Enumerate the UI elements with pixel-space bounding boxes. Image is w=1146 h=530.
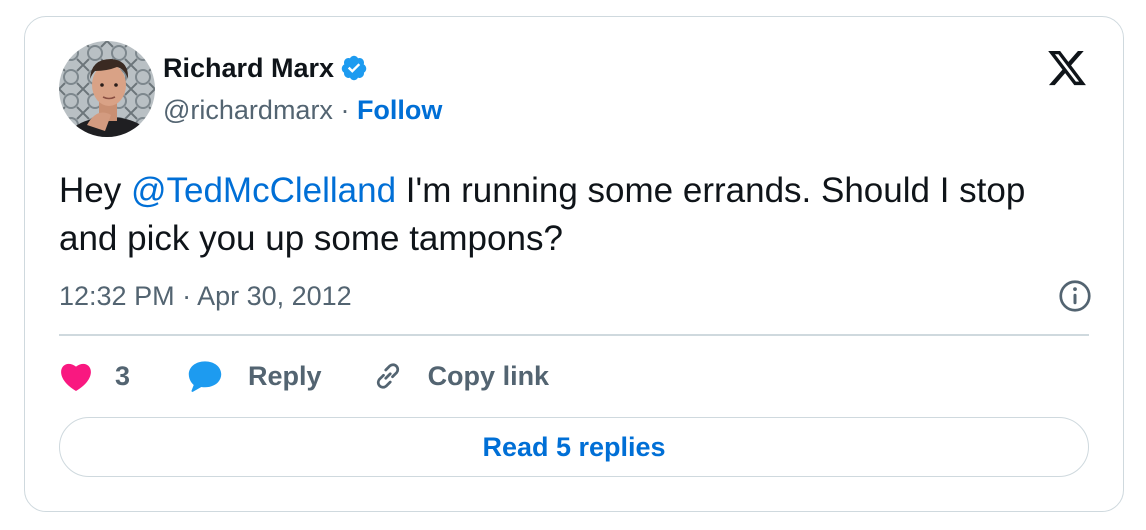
copy-link-button[interactable]: Copy link	[370, 358, 550, 394]
author-name-row: Richard Marx	[163, 51, 368, 85]
timestamp[interactable]: 12:32 PM · Apr 30, 2012	[59, 279, 352, 313]
tweet-card: Richard Marx @richardmarx · Follow Hey @…	[24, 16, 1124, 512]
info-icon[interactable]	[1057, 278, 1093, 314]
author-handle-row: @richardmarx · Follow	[163, 93, 442, 127]
verified-badge-icon[interactable]	[340, 54, 368, 82]
heart-icon	[59, 360, 93, 392]
avatar[interactable]	[59, 41, 155, 137]
mention-link[interactable]: @TedMcClelland	[131, 171, 396, 210]
author-name[interactable]: Richard Marx	[163, 51, 334, 85]
copy-link-label: Copy link	[427, 360, 550, 391]
tweet-text: Hey @TedMcClelland I'm running some erra…	[59, 167, 1079, 263]
reply-label: Reply	[248, 360, 322, 391]
read-replies-button[interactable]: Read 5 replies	[59, 417, 1089, 477]
follow-button[interactable]: Follow	[357, 95, 442, 125]
author-handle[interactable]: @richardmarx	[163, 95, 333, 125]
like-button[interactable]: 3	[59, 360, 130, 392]
action-bar: 3 Reply Copy link	[59, 354, 549, 398]
link-icon	[370, 358, 406, 394]
divider	[59, 334, 1089, 336]
read-replies-label: Read 5 replies	[482, 431, 666, 462]
reply-bubble-icon	[186, 359, 224, 393]
like-count: 3	[115, 360, 131, 391]
x-logo-icon[interactable]	[1045, 47, 1089, 89]
reply-button[interactable]: Reply	[186, 359, 322, 393]
tweet-text-before: Hey	[59, 171, 131, 210]
handle-separator: ·	[332, 95, 357, 125]
